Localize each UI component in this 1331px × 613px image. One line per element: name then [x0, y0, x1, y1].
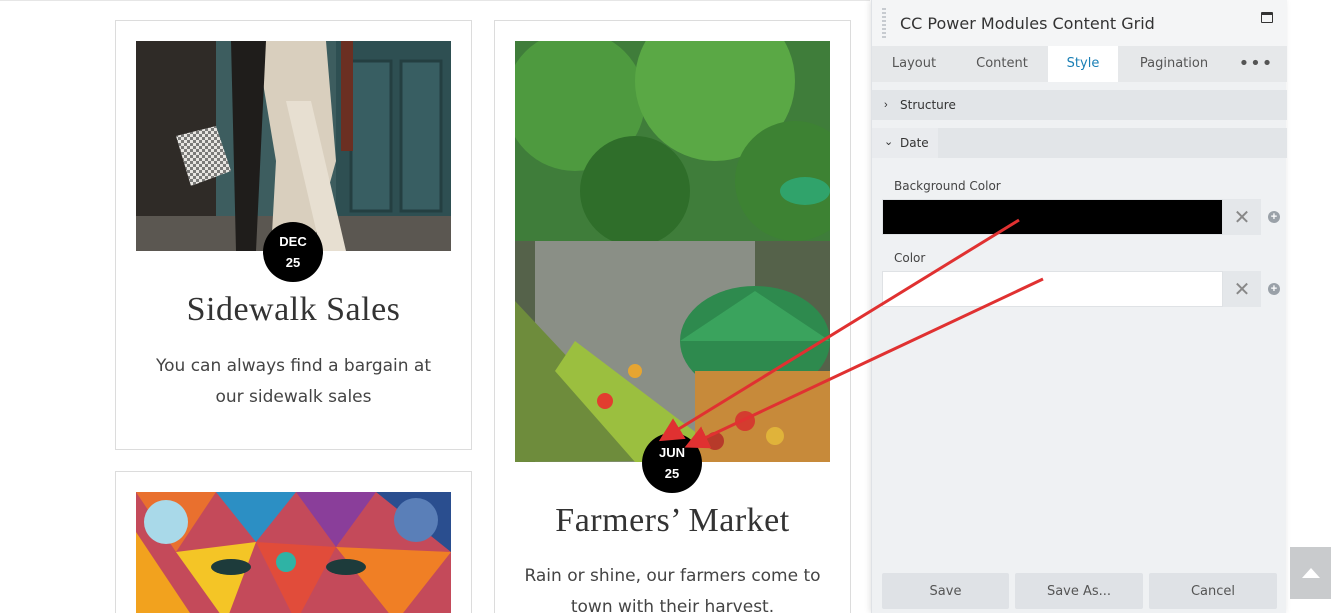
scroll-to-top-button[interactable]: [1290, 547, 1331, 599]
post-image-sidewalk[interactable]: [136, 41, 451, 251]
color-picker[interactable]: [882, 271, 1223, 307]
tab-content[interactable]: Content: [956, 46, 1048, 82]
post-image-mural[interactable]: [136, 492, 451, 613]
date-month: JUN: [658, 445, 685, 460]
post-card-mural[interactable]: [115, 471, 472, 613]
post-card-sidewalk-sales[interactable]: DEC 25 Sidewalk Sales You can always fin…: [115, 20, 472, 450]
panel-tabs: Layout Content Style Pagination •••: [872, 46, 1287, 82]
post-image-farmers-market[interactable]: [515, 41, 830, 462]
add-preset-icon[interactable]: +: [1268, 211, 1280, 223]
date-badge: DEC 25: [263, 222, 323, 282]
tab-pagination[interactable]: Pagination: [1118, 46, 1230, 82]
more-tabs-icon[interactable]: •••: [1230, 46, 1282, 82]
save-as-button[interactable]: Save As...: [1015, 573, 1143, 609]
section-structure[interactable]: › Structure: [872, 90, 1287, 120]
tab-style[interactable]: Style: [1048, 46, 1118, 82]
background-color-picker[interactable]: [882, 199, 1223, 235]
save-button[interactable]: Save: [882, 573, 1009, 609]
maximize-icon[interactable]: [1261, 12, 1273, 23]
post-excerpt-line: You can always find a bargain at: [155, 356, 432, 376]
post-excerpt: Rain or shine, our farmers come to town …: [515, 561, 830, 613]
section-date[interactable]: ⌄ Date: [872, 128, 1287, 158]
post-title[interactable]: Sidewalk Sales: [116, 291, 471, 329]
post-card-farmers-market[interactable]: JUN 25 Farmers’ Market Rain or shine, ou…: [494, 20, 851, 613]
clear-background-color-button[interactable]: ✕: [1223, 199, 1261, 235]
date-badge: JUN 25: [642, 433, 702, 493]
background-color-label: Background Color: [894, 179, 1001, 193]
chevron-right-icon: ›: [884, 99, 888, 111]
add-preset-icon[interactable]: +: [1268, 283, 1280, 295]
cancel-button[interactable]: Cancel: [1149, 573, 1277, 609]
date-day: 25: [664, 466, 680, 481]
clear-color-button[interactable]: ✕: [1223, 271, 1261, 307]
date-day: 25: [285, 255, 301, 270]
color-label: Color: [894, 251, 926, 265]
post-excerpt-line: Rain or shine, our farmers come to: [524, 566, 821, 586]
post-excerpt: You can always find a bargain at our sid…: [136, 351, 451, 413]
module-settings-panel: CC Power Modules Content Grid Layout Con…: [871, 0, 1287, 613]
page-top-rule: [0, 0, 870, 1]
date-month: DEC: [279, 234, 307, 249]
section-structure-label: Structure: [900, 98, 956, 112]
chevron-up-icon: [1301, 568, 1320, 578]
section-date-label: Date: [900, 136, 929, 150]
panel-header[interactable]: CC Power Modules Content Grid: [872, 0, 1287, 46]
drag-handle-icon[interactable]: [882, 8, 886, 38]
post-excerpt-line: our sidewalk sales: [215, 387, 372, 407]
chevron-down-icon: ⌄: [884, 136, 894, 148]
tab-layout[interactable]: Layout: [872, 46, 956, 82]
post-title[interactable]: Farmers’ Market: [495, 502, 850, 540]
post-excerpt-line: town with their harvest.: [570, 597, 775, 613]
panel-title: CC Power Modules Content Grid: [900, 14, 1155, 33]
